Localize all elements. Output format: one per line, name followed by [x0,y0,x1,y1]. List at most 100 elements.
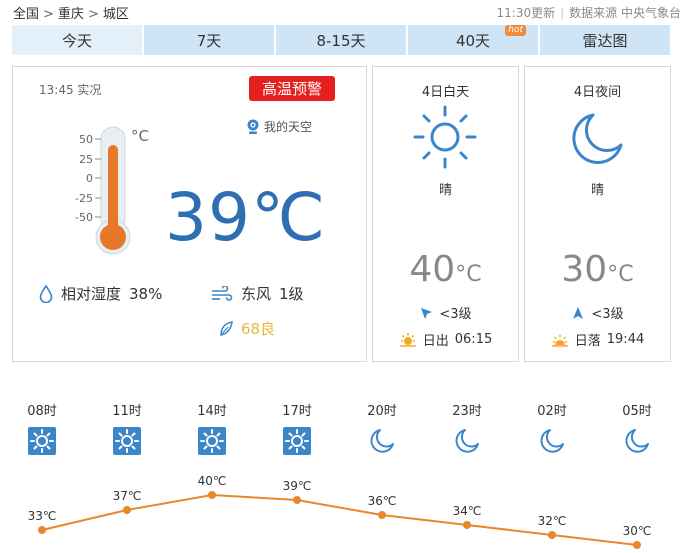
moon-icon [453,427,481,455]
temperature-label: 36℃ [368,494,397,508]
sun-icon [113,427,141,455]
tab-today[interactable]: 今天 [12,25,142,55]
hot-badge: hot [505,25,526,36]
sun-icon [413,105,477,169]
day-condition: 晴 [438,183,452,198]
night-wind-level: <3级 [591,307,624,322]
day-title: 4日白天 [421,85,470,100]
sunset-label: 日落 [574,334,601,349]
temperature-point [123,506,131,514]
wind-direction-arrow-icon [421,307,433,319]
tab-label: 今天 [61,31,92,50]
sun-icon [198,427,226,455]
sunset-time: 19:44 [606,332,645,347]
temperature-label: 30℃ [623,524,652,538]
temperature-label: 40℃ [198,474,227,488]
moon-icon [572,113,623,164]
hourly-item: 08时 [22,400,62,455]
day-temp-value: 40 [409,249,456,290]
thermo-tick-label: -25 [75,192,93,205]
night-temperature: 30°C [525,252,670,288]
humidity-value: 38% [129,284,163,303]
sunset-info: 日落 19:44 [525,330,670,349]
my-sky-link[interactable]: 我的天空 [246,118,312,135]
sunrise-info: 日出 06:15 [373,330,518,349]
temperature-point [208,491,216,499]
hour-label: 17时 [282,404,312,419]
hourly-item: 02时 [532,400,572,455]
sun-icon [28,427,56,455]
sunrise-icon [399,332,416,347]
leaf-icon [220,320,233,336]
thermo-tick-label: 0 [86,172,93,185]
temperature-point [548,531,556,539]
breadcrumb: 全国 > 重庆 > 城区 [13,3,129,22]
sunrise-label: 日出 [422,334,449,349]
thermometer-icon: 50 25 0 -25 -50 °C [75,126,149,255]
moon-icon [623,427,651,455]
breadcrumb-province[interactable]: 重庆 [58,7,84,22]
temperature-point [463,521,471,529]
sun-icon [283,427,311,455]
hour-label: 14时 [197,404,227,419]
day-wind: <3级 [373,303,518,322]
tab-radar[interactable]: 雷达图 [540,25,670,55]
hourly-item: 17时 [277,400,317,455]
temperature-label: 34℃ [453,504,482,518]
aqi-value: 68良 [241,320,276,338]
nighttime-forecast-card: 4日夜间 晴 30°C <3级 日落 19:44 [524,66,671,362]
thermo-tick-label: -50 [75,211,93,224]
hour-label: 02时 [537,404,567,419]
hourly-item: 11时 [107,400,147,455]
breadcrumb-country[interactable]: 全国 [13,7,39,22]
night-condition: 晴 [590,183,604,198]
tab-bar: 今天 7天 8-15天 40天 hot 雷达图 [12,25,670,55]
temperature-point [38,526,46,534]
temperature-label: 32℃ [538,514,567,528]
breadcrumb-separator: > [87,7,99,22]
hour-label: 23时 [452,404,482,419]
hour-label: 08时 [27,404,57,419]
temperature-label: 39℃ [283,479,312,493]
wind-row: 东风 1级 [211,283,304,304]
sunrise-time: 06:15 [454,332,493,347]
high-temp-warning-badge[interactable]: 高温预警 [249,76,335,101]
wind-level: 1级 [279,285,304,303]
temperature-point [293,496,301,504]
daytime-forecast-card: 4日白天 晴 40°C <3级 日出 06:15 [372,66,519,362]
hourly-temperature-chart: 33℃ 37℃ 40℃ 39℃ 36℃ 34℃ 32℃ 30℃ [28,474,652,549]
camera-icon [247,119,259,134]
wind-direction-arrow-icon [573,306,584,319]
tab-label: 雷达图 [582,31,628,50]
tab-label: 7天 [196,31,222,50]
source-name: 中央气象台 [620,6,681,20]
hour-label: 05时 [622,404,652,419]
night-wind: <3级 [525,303,670,322]
current-weather-card: 13:45 实况 高温预警 我的天空 50 25 0 -25 -50 °C 39… [12,66,367,362]
thermo-unit: °C [131,127,149,145]
humidity-row: 相对湿度 38% [39,283,162,304]
water-drop-icon [39,284,53,303]
temperature-point [378,511,386,519]
tab-40-days[interactable]: 40天 hot [408,25,538,55]
tab-8-15-days[interactable]: 8-15天 [276,25,406,55]
day-temperature: 40°C [373,252,518,288]
update-info: 11:30更新 | 数据来源 中央气象台 [497,4,682,21]
tab-7-days[interactable]: 7天 [144,25,274,55]
day-temp-unit: °C [455,262,482,287]
my-sky-label: 我的天空 [264,120,313,134]
moon-icon [368,427,396,455]
moon-icon [538,427,566,455]
temperature-label: 33℃ [28,509,57,523]
thermo-tick-label: 50 [79,133,93,146]
hourly-item: 20时 [362,400,402,455]
aqi-row[interactable]: 68良 [219,318,275,339]
sunset-icon [551,334,568,347]
source-label: 数据来源 [569,6,618,20]
hourly-item: 14时 [192,400,232,455]
observation-time: 13:45 实况 [39,83,102,97]
tab-label: 40天 [455,31,491,50]
temperature-label: 37℃ [113,489,142,503]
breadcrumb-separator: > [43,7,54,22]
hourly-item: 23时 [447,400,487,455]
